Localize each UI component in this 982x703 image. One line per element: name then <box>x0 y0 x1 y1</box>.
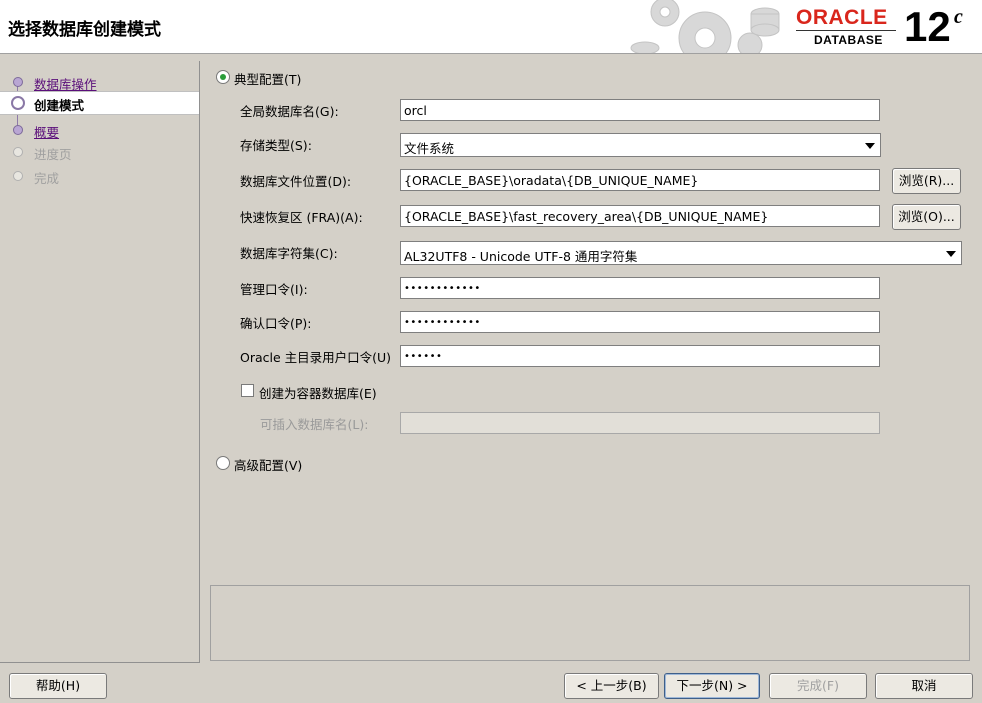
step-dot-icon <box>13 77 23 87</box>
sidebar-item-label: 完成 <box>34 171 60 186</box>
charset-select[interactable]: AL32UTF8 - Unicode UTF-8 通用字符集 <box>400 241 962 265</box>
storage-type-label: 存储类型(S): <box>240 138 312 153</box>
confirm-password-input[interactable]: •••••••••••• <box>400 311 880 333</box>
pdb-name-label: 可插入数据库名(L): <box>260 417 369 432</box>
sidebar-item-label: 创建模式 <box>34 98 85 113</box>
current-step-icon <box>11 96 25 110</box>
step-dot-icon <box>13 125 23 135</box>
fra-label: 快速恢复区 (FRA)(A): <box>240 210 363 225</box>
admin-password-input[interactable]: •••••••••••• <box>400 277 880 299</box>
sidebar-item-label: 进度页 <box>34 147 72 162</box>
sidebar-item-finish: 完成 <box>0 165 199 187</box>
charset-label: 数据库字符集(C): <box>240 246 338 261</box>
container-db-checkbox[interactable] <box>241 384 254 397</box>
message-panel <box>210 585 970 661</box>
back-button[interactable]: < 上一步(B) <box>564 673 659 699</box>
step-dot-icon <box>13 171 23 181</box>
storage-type-select[interactable]: 文件系统 <box>400 133 881 157</box>
finish-button[interactable]: 完成(F) <box>769 673 867 699</box>
logo-version: 12 <box>904 3 951 50</box>
help-button[interactable]: 帮助(H) <box>9 673 107 699</box>
home-user-password-input[interactable]: •••••• <box>400 345 880 367</box>
advanced-config-radio[interactable] <box>216 456 230 470</box>
db-file-location-input[interactable]: {ORACLE_BASE}\oradata\{DB_UNIQUE_NAME} <box>400 169 880 191</box>
browse-db-location-button[interactable]: 浏览(R)... <box>892 168 961 194</box>
logo-version-suffix: c <box>954 6 963 28</box>
confirm-password-label: 确认口令(P): <box>240 316 312 331</box>
pdb-name-input[interactable] <box>400 412 880 434</box>
chevron-down-icon <box>946 251 956 257</box>
container-db-label[interactable]: 创建为容器数据库(E) <box>259 383 377 402</box>
fra-input[interactable]: {ORACLE_BASE}\fast_recovery_area\{DB_UNI… <box>400 205 880 227</box>
sidebar-item-create-mode[interactable]: 创建模式 <box>0 91 199 115</box>
cancel-button[interactable]: 取消 <box>875 673 973 699</box>
typical-config-radio[interactable] <box>216 70 230 84</box>
typical-config-label[interactable]: 典型配置(T) <box>234 69 301 88</box>
advanced-config-label[interactable]: 高级配置(V) <box>234 455 302 474</box>
browse-fra-button[interactable]: 浏览(O)... <box>892 204 961 230</box>
db-file-location-label: 数据库文件位置(D): <box>240 174 352 189</box>
charset-value: AL32UTF8 - Unicode UTF-8 通用字符集 <box>404 249 638 264</box>
chevron-down-icon <box>865 143 875 149</box>
page-title: 选择数据库创建模式 <box>8 20 161 40</box>
wizard-steps-sidebar: 数据库操作 创建模式 概要 进度页 完成 <box>0 61 200 663</box>
global-db-name-label: 全局数据库名(G): <box>240 104 339 119</box>
header-banner: 选择数据库创建模式 ORACLE DATABASE 12 c <box>0 0 982 54</box>
storage-type-value: 文件系统 <box>404 141 455 156</box>
logo-divider <box>796 30 896 31</box>
logo-product: DATABASE <box>814 33 883 47</box>
admin-password-label: 管理口令(I): <box>240 282 308 297</box>
step-dot-icon <box>13 147 23 157</box>
gears-decoration-icon <box>630 0 780 53</box>
next-button[interactable]: 下一步(N) > <box>664 673 760 699</box>
sidebar-item-label: 概要 <box>34 125 60 140</box>
global-db-name-input[interactable]: orcl <box>400 99 880 121</box>
oracle-logo: ORACLE <box>796 6 888 29</box>
sidebar-item-summary[interactable]: 概要 <box>0 119 199 141</box>
home-user-password-label: Oracle 主目录用户口令(U) <box>240 350 392 365</box>
sidebar-item-progress: 进度页 <box>0 141 199 163</box>
sidebar-item-db-operation[interactable]: 数据库操作 <box>0 71 199 93</box>
